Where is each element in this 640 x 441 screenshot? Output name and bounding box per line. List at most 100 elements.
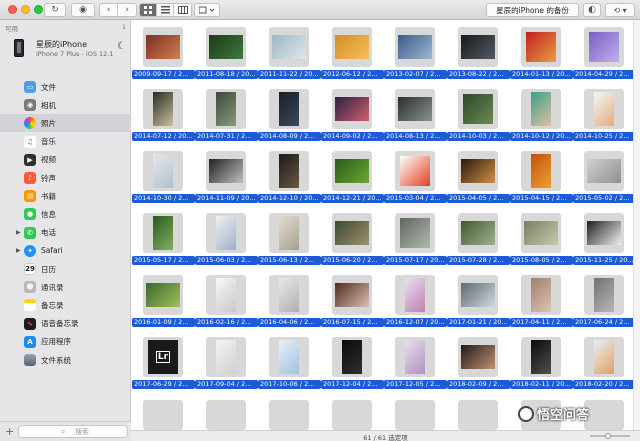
photo-thumbnail[interactable] — [269, 89, 309, 129]
photo-thumbnail[interactable] — [332, 337, 372, 377]
photo-thumbnail[interactable] — [395, 275, 435, 315]
photo-thumbnail[interactable] — [395, 151, 435, 191]
moon-icon[interactable]: ☾ — [117, 41, 126, 52]
photo-thumbnail[interactable] — [458, 275, 498, 315]
close-window-button[interactable] — [8, 5, 17, 14]
photo-thumbnail[interactable] — [395, 400, 435, 430]
photo-item[interactable]: 2013-02-07 / 2... — [384, 24, 447, 82]
photo-item[interactable]: 2015-06-03 / 2... — [195, 210, 258, 268]
photo-item[interactable]: 2014-09-02 / 2... — [321, 86, 384, 144]
photo-item[interactable]: 2014-10-12 / 20... — [510, 86, 573, 144]
photo-item[interactable]: 2016-01-09 / 2... — [132, 272, 195, 330]
photo-thumbnail[interactable] — [521, 337, 561, 377]
photo-thumbnail[interactable] — [521, 275, 561, 315]
photo-item[interactable]: 2015-03-04 / 2... — [384, 148, 447, 206]
photo-thumbnail[interactable] — [269, 213, 309, 253]
photo-thumbnail[interactable] — [269, 275, 309, 315]
photo-item[interactable]: 2014-12-21 / 20... — [321, 148, 384, 206]
photo-thumbnail[interactable] — [458, 213, 498, 253]
photo-thumbnail[interactable] — [206, 27, 246, 67]
photo-item[interactable]: 2016-07-15 / 2... — [321, 272, 384, 330]
sidebar-item-music[interactable]: ♫ 音乐 — [0, 133, 131, 151]
minimize-window-button[interactable] — [21, 5, 30, 14]
sidebar-item-video[interactable]: ▶ 视频 — [0, 151, 131, 169]
back-button[interactable]: ‹ — [100, 4, 118, 16]
photo-thumbnail[interactable] — [458, 151, 498, 191]
photo-thumbnail[interactable] — [206, 89, 246, 129]
photo-item[interactable]: 2009-09-17 / 2... — [132, 24, 195, 82]
thumbnail-size-slider[interactable] — [590, 433, 630, 439]
photo-item[interactable]: 2018-02-11 / 20... — [510, 334, 573, 392]
grid-view-button[interactable] — [140, 4, 157, 16]
column-view-button[interactable] — [174, 4, 191, 16]
photo-item[interactable]: Lr 2017-06-29 / 2... — [132, 334, 195, 392]
photo-item[interactable]: 2015-05-17 / 2... — [132, 210, 195, 268]
photo-thumbnail[interactable] — [143, 27, 183, 67]
photo-item[interactable]: 2014-07-12 / 20... — [132, 86, 195, 144]
sidebar-item-folder[interactable]: ▭ 文件 — [0, 78, 131, 96]
photo-item[interactable]: 2012-06-12 / 2... — [321, 24, 384, 82]
photo-thumbnail[interactable] — [269, 337, 309, 377]
photo-item[interactable]: 2015-06-20 / 2... — [321, 210, 384, 268]
photo-thumbnail[interactable] — [206, 400, 246, 430]
photo-thumbnail[interactable] — [458, 337, 498, 377]
photo-thumbnail[interactable] — [584, 213, 624, 253]
sidebar-item-calendar[interactable]: 29 日历 — [0, 260, 131, 278]
sidebar-item-contacts[interactable]: ☻ 通讯录 — [0, 278, 131, 296]
photo-thumbnail[interactable] — [584, 151, 624, 191]
photo-thumbnail[interactable] — [332, 213, 372, 253]
photo-thumbnail[interactable] — [332, 27, 372, 67]
photo-item[interactable]: 2013-08-22 / 2... — [447, 24, 510, 82]
photo-thumbnail[interactable] — [395, 337, 435, 377]
photo-item[interactable]: 2014-11-09 / 20... — [195, 148, 258, 206]
sidebar-item-camera[interactable]: ◉ 相机 — [0, 96, 131, 114]
photo-item[interactable]: 2014-12-10 / 20... — [258, 148, 321, 206]
photo-item[interactable]: 2017-12-04 / 2... — [321, 334, 384, 392]
sidebar-item-messages[interactable]: ● 信息 — [0, 205, 131, 223]
photo-item[interactable]: 2017-12-05 / 2... — [384, 334, 447, 392]
photo-thumbnail[interactable] — [458, 27, 498, 67]
photo-thumbnail[interactable] — [395, 213, 435, 253]
photo-item[interactable]: 2016-04-06 / 2... — [258, 272, 321, 330]
photo-thumbnail[interactable] — [332, 89, 372, 129]
photo-item[interactable]: 2014-08-09 / 2... — [258, 86, 321, 144]
quick-look-button[interactable]: ◉ — [71, 3, 95, 17]
photo-thumbnail[interactable] — [521, 27, 561, 67]
photo-item[interactable]: 2017-01-21 / 20... — [447, 272, 510, 330]
photo-thumbnail[interactable] — [206, 151, 246, 191]
photo-thumbnail[interactable] — [458, 89, 498, 129]
photo-item[interactable]: 2015-06-13 / 2... — [258, 210, 321, 268]
photo-item[interactable]: 2015-04-05 / 2... — [447, 148, 510, 206]
photo-thumbnail[interactable] — [521, 89, 561, 129]
photo-item[interactable]: 2018-02-20 / 2... — [573, 334, 636, 392]
photo-thumbnail[interactable] — [584, 89, 624, 129]
sidebar-item-bell[interactable]: ♪ 铃声 — [0, 169, 131, 187]
photo-item[interactable]: 2014-07-31 / 2... — [195, 86, 258, 144]
photo-thumbnail[interactable] — [206, 275, 246, 315]
photo-thumbnail[interactable] — [395, 27, 435, 67]
photo-item[interactable]: 2015-07-28 / 2... — [447, 210, 510, 268]
sidebar-search-input[interactable]: ⌕ 搜索 — [18, 425, 128, 438]
scrollbar[interactable] — [633, 20, 640, 430]
photo-item[interactable]: 2015-05-02 / 2... — [573, 148, 636, 206]
photo-thumbnail[interactable] — [332, 275, 372, 315]
photo-item[interactable]: 2014-08-13 / 2... — [384, 86, 447, 144]
photo-item[interactable]: 2011-08-18 / 20... — [195, 24, 258, 82]
photo-thumbnail[interactable] — [332, 400, 372, 430]
disclosure-arrow-icon[interactable]: ▶ — [16, 247, 21, 254]
device-entry[interactable]: 星辰的iPhone iPhone 7 Plus - iOS 12.1 ☾ — [0, 35, 131, 75]
photo-item[interactable]: 2017-10-06 / 2... — [258, 334, 321, 392]
photo-item[interactable]: 2018-02-09 / 2... — [447, 334, 510, 392]
photo-thumbnail[interactable] — [584, 275, 624, 315]
photo-item[interactable]: 2016-02-16 / 2... — [195, 272, 258, 330]
photo-thumbnail[interactable] — [143, 151, 183, 191]
sync-button[interactable]: ◐ — [583, 3, 601, 17]
photo-thumbnail[interactable] — [206, 337, 246, 377]
sidebar-item-appstore[interactable]: A 应用程序 — [0, 333, 131, 351]
photo-item[interactable]: 2014-10-30 / 2... — [132, 148, 195, 206]
add-button[interactable]: + — [5, 425, 14, 438]
photo-thumbnail[interactable] — [584, 337, 624, 377]
photo-thumbnail[interactable] — [584, 27, 624, 67]
photo-thumbnail[interactable] — [521, 151, 561, 191]
list-view-button[interactable] — [157, 4, 174, 16]
